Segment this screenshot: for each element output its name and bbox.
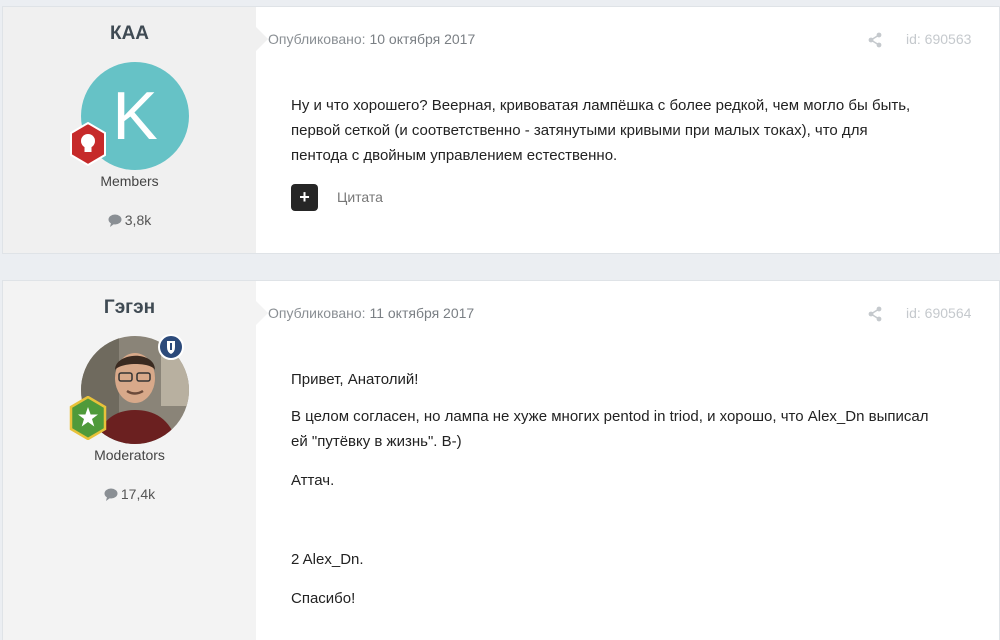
date-value: 10 октября 2017 (369, 31, 476, 47)
post-690564: Гэгэн Moderators 17,4k Опубликовано: 11 … (2, 280, 1000, 640)
comment-icon (104, 488, 118, 501)
post-date[interactable]: Опубликовано: 10 октября 2017 (268, 31, 475, 47)
content-line: 2 Alex_Dn. (291, 551, 364, 568)
moderator-shield-icon (158, 334, 184, 360)
author-panel: Гэгэн Moderators 17,4k (3, 281, 256, 640)
post-690563: КАА K Members 3,8k Опубликовано: 10 октя… (2, 6, 1000, 254)
share-icon[interactable] (867, 306, 883, 322)
greeting-line: Привет, Анатолий! (291, 371, 419, 388)
user-group: Members (100, 173, 159, 189)
thanks-line: Спасибо! (291, 590, 356, 607)
share-icon[interactable] (867, 32, 883, 48)
rank-badge-icon (70, 122, 106, 166)
date-label: Опубликовано: (268, 305, 366, 321)
content-line: первой сеткой (и соответственно - затяну… (291, 122, 868, 139)
content-line: пентода с двойным управлением естественн… (291, 147, 618, 164)
reputation-value: 3,8k (124, 212, 152, 228)
author-name[interactable]: КАА (3, 23, 256, 45)
post-id[interactable]: id: 690564 (906, 305, 971, 321)
date-value: 11 октября 2017 (369, 305, 475, 321)
content-line: ей "путёвку в жизнь". В-) (291, 433, 462, 450)
post-content: Ну и что хорошего? Веерная, кривоватая л… (291, 93, 981, 168)
user-group: Moderators (94, 447, 165, 463)
post-id[interactable]: id: 690563 (906, 31, 971, 47)
post-date[interactable]: Опубликовано: 11 октября 2017 (268, 305, 474, 321)
reputation-count: 3,8k (3, 212, 256, 228)
date-label: Опубликовано: (268, 31, 366, 47)
rank-star-badge-icon (69, 396, 107, 440)
post-content: Привет, Анатолий! В целом согласен, но л… (291, 367, 981, 611)
author-name[interactable]: Гэгэн (3, 297, 256, 319)
comment-icon (108, 214, 122, 227)
author-arrow (256, 301, 268, 325)
multiquote-button[interactable]: + (291, 184, 318, 211)
reputation-value: 17,4k (120, 486, 156, 502)
attach-line: Аттач. (291, 472, 335, 489)
content-line: Ну и что хорошего? Веерная, кривоватая л… (291, 97, 911, 114)
reputation-count: 17,4k (3, 486, 256, 502)
avatar-letter: K (112, 78, 158, 154)
author-arrow (256, 27, 268, 51)
author-panel: КАА K Members 3,8k (3, 7, 256, 253)
content-line: В целом согласен, но лампа не хуже многи… (291, 408, 929, 425)
quote-button[interactable]: Цитата (337, 189, 383, 205)
